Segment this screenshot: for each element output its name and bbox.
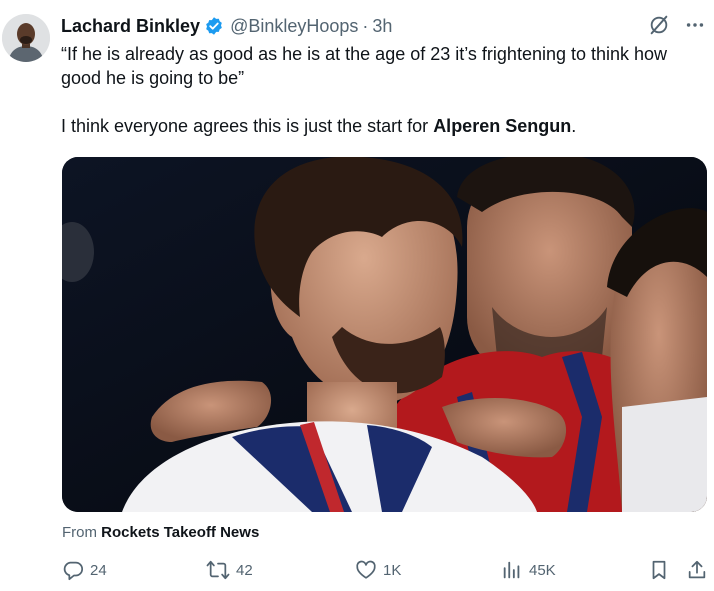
post-timestamp[interactable]: 3h xyxy=(372,16,392,37)
tweet-header: Lachard Binkley @BinkleyHoops · 3h xyxy=(61,14,392,38)
grok-icon[interactable] xyxy=(648,14,670,36)
tweet-text: “If he is already as good as he is at th… xyxy=(61,42,706,138)
tweet-quote: “If he is already as good as he is at th… xyxy=(61,44,668,88)
tweet-line-2-suffix: . xyxy=(571,116,577,136)
more-icon[interactable] xyxy=(684,14,706,36)
tweet-line-2: I think everyone agrees this is just the… xyxy=(61,114,706,138)
reply-icon xyxy=(62,559,84,581)
separator-dot: · xyxy=(362,15,369,36)
author-handle[interactable]: @BinkleyHoops xyxy=(230,16,358,37)
source-prefix: From xyxy=(62,524,102,541)
like-count: 1K xyxy=(383,561,402,579)
source-attribution: From Rockets Takeoff News xyxy=(62,524,259,541)
repost-icon xyxy=(206,559,230,581)
bookmark-button[interactable] xyxy=(648,559,670,581)
tweet[interactable]: Lachard Binkley @BinkleyHoops · 3h “If h… xyxy=(0,0,714,591)
tweet-mention-bold: Alperen Sengun xyxy=(433,116,572,136)
tweet-media-photo[interactable] xyxy=(62,157,707,512)
action-bar: 24 42 1K 45K xyxy=(62,559,710,585)
share-button[interactable] xyxy=(686,559,708,581)
source-name-link[interactable]: Rockets Takeoff News xyxy=(101,524,259,541)
author-display-name[interactable]: Lachard Binkley xyxy=(61,16,200,37)
heart-icon xyxy=(355,559,377,581)
reply-count: 24 xyxy=(90,561,107,579)
verified-badge-icon[interactable] xyxy=(204,16,224,36)
views-count: 45K xyxy=(529,561,556,579)
bookmark-icon xyxy=(648,559,670,581)
avatar[interactable] xyxy=(2,14,50,62)
repost-button[interactable]: 42 xyxy=(206,559,253,581)
views-icon xyxy=(501,559,523,581)
reply-button[interactable]: 24 xyxy=(62,559,107,581)
views-button[interactable]: 45K xyxy=(501,559,556,581)
share-icon xyxy=(686,559,708,581)
like-button[interactable]: 1K xyxy=(355,559,401,581)
tweet-line-2-prefix: I think everyone agrees this is just the… xyxy=(61,116,434,136)
top-actions xyxy=(648,14,706,36)
repost-count: 42 xyxy=(236,561,253,579)
